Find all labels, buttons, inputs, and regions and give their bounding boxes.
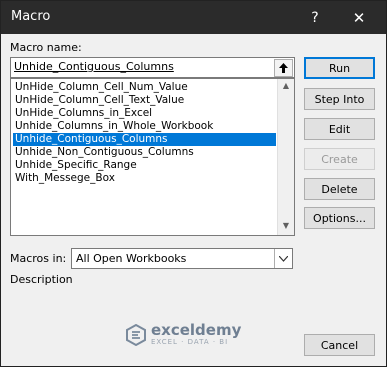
macro-name-field[interactable]: Unhide_Contiguous_Columns	[10, 57, 295, 78]
options-label: Options...	[313, 211, 366, 225]
create-label: Create	[321, 152, 358, 166]
close-button[interactable]: ✕	[339, 1, 379, 34]
list-item[interactable]: Unhide_Columns_in_Whole_Workbook	[13, 120, 213, 133]
cancel-label: Cancel	[320, 338, 359, 352]
macro-name-label: Macro name:	[10, 41, 82, 54]
list-scrollbar[interactable]: ▲ ▼	[277, 79, 294, 235]
delete-label: Delete	[321, 182, 358, 196]
macro-name-value: Unhide_Contiguous_Columns	[14, 60, 174, 73]
list-item[interactable]: UnHide_Column_Cell_Text_Value	[13, 94, 184, 107]
macro-list[interactable]: UnHide_Column_Cell_Num_Value UnHide_Colum…	[10, 78, 295, 236]
cancel-button[interactable]: Cancel	[304, 334, 375, 356]
list-item[interactable]: UnHide_Columns_in_Excel	[13, 107, 152, 120]
chevron-down-icon[interactable]	[274, 249, 292, 268]
watermark-tagline: EXCEL · DATA · BI	[151, 338, 229, 346]
title-bar: Macro ? ✕	[1, 1, 386, 34]
macro-dialog: Macro ? ✕ Macro name: Unhide_Contiguous_…	[0, 0, 387, 367]
delete-button[interactable]: Delete	[304, 178, 375, 200]
exceldemy-logo-icon	[126, 323, 146, 346]
help-icon: ?	[311, 9, 319, 26]
upload-arrow-icon[interactable]	[274, 59, 293, 77]
list-item[interactable]: Unhide_Non_Contiguous_Columns	[13, 146, 194, 159]
list-item[interactable]: UnHide_Column_Cell_Num_Value	[13, 81, 188, 94]
scroll-down-arrow-icon[interactable]: ▼	[280, 221, 292, 233]
edit-button[interactable]: Edit	[304, 118, 375, 140]
close-icon: ✕	[352, 8, 366, 27]
run-label: Run	[328, 61, 351, 75]
step-into-label: Step Into	[314, 92, 365, 106]
description-label: Description	[10, 273, 73, 286]
help-button[interactable]: ?	[295, 1, 335, 34]
watermark-name: exceldemy	[151, 321, 242, 339]
edit-label: Edit	[328, 122, 351, 136]
options-button[interactable]: Options...	[304, 207, 375, 229]
scroll-up-arrow-icon[interactable]: ▲	[280, 81, 292, 93]
list-item[interactable]: Unhide_Specific_Range	[13, 159, 137, 172]
list-item[interactable]: With_Messege_Box	[13, 172, 115, 185]
macros-in-label: Macros in:	[10, 252, 67, 265]
step-into-button[interactable]: Step Into	[304, 88, 375, 110]
dialog-title: Macro	[11, 9, 51, 24]
list-item[interactable]: Unhide_Contiguous_Columns	[13, 133, 276, 146]
run-button[interactable]: Run	[304, 57, 375, 79]
macros-in-dropdown[interactable]: All Open Workbooks	[71, 248, 293, 269]
create-button: Create	[304, 148, 375, 170]
watermark-logo: exceldemy EXCEL · DATA · BI	[125, 322, 241, 347]
macros-in-value: All Open Workbooks	[76, 252, 187, 265]
